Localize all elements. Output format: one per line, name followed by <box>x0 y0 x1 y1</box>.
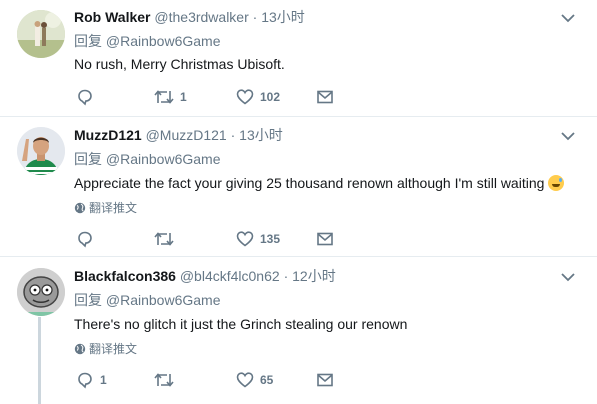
reply-button[interactable] <box>76 229 100 249</box>
tweet-text: Appreciate the fact your giving 25 thous… <box>74 174 565 193</box>
chevron-down-icon[interactable] <box>561 272 575 282</box>
display-name[interactable]: MuzzD121 <box>74 127 142 143</box>
retweet-button[interactable]: 1 <box>154 87 187 107</box>
username[interactable]: @MuzzD121 <box>146 127 227 143</box>
direct-message-button[interactable] <box>316 229 340 249</box>
globe-icon <box>74 343 86 355</box>
thread-line <box>38 317 41 404</box>
reply-button[interactable] <box>76 87 100 107</box>
reply-count: 1 <box>100 373 107 387</box>
retweet-icon <box>154 232 174 246</box>
translate-tweet-link[interactable]: 翻译推文 <box>74 341 137 357</box>
reply-prefix: 回复 <box>74 292 102 308</box>
translate-label: 翻译推文 <box>89 342 138 356</box>
tweet-text-content: Appreciate the fact your giving 25 thous… <box>74 175 545 191</box>
like-count: 65 <box>260 373 274 387</box>
username[interactable]: @bl4ckf4lc0n62 <box>180 268 280 284</box>
avatar[interactable] <box>17 268 65 316</box>
reply-to-link[interactable]: @Rainbow6Game <box>106 292 221 308</box>
timestamp[interactable]: 13小时 <box>239 127 283 143</box>
retweet-icon <box>154 90 174 104</box>
reply-button[interactable]: 1 <box>76 370 107 390</box>
timestamp[interactable]: 13小时 <box>261 9 305 25</box>
separator-dot: · <box>230 127 236 143</box>
avatar-image <box>17 268 65 316</box>
sweat-smile-emoji-icon <box>548 175 565 191</box>
reply-prefix: 回复 <box>74 151 102 167</box>
avatar-image <box>17 10 65 58</box>
reply-to-link[interactable]: @Rainbow6Game <box>106 33 221 49</box>
retweet-count: 1 <box>180 90 187 104</box>
retweet-button[interactable] <box>154 229 180 249</box>
username[interactable]: @the3rdwalker <box>154 9 248 25</box>
direct-message-button[interactable] <box>316 87 340 107</box>
heart-icon <box>236 89 254 105</box>
avatar[interactable] <box>17 10 65 58</box>
envelope-icon <box>317 373 333 387</box>
envelope-icon <box>317 90 333 104</box>
direct-message-button[interactable] <box>316 370 340 390</box>
like-button[interactable]: 65 <box>236 370 273 390</box>
heart-icon <box>236 231 254 247</box>
avatar[interactable] <box>17 127 65 175</box>
translate-tweet-link[interactable]: 翻译推文 <box>74 200 137 216</box>
like-count: 102 <box>260 90 281 104</box>
heart-icon <box>236 372 254 388</box>
display-name[interactable]: Rob Walker <box>74 9 151 25</box>
separator-dot: · <box>252 9 258 25</box>
globe-icon <box>74 202 86 214</box>
like-button[interactable]: 102 <box>236 87 280 107</box>
tweet-text: No rush, Merry Christmas Ubisoft. <box>74 56 285 72</box>
timestamp[interactable]: 12小时 <box>292 268 336 284</box>
envelope-icon <box>317 232 333 246</box>
like-button[interactable]: 135 <box>236 229 280 249</box>
tweet-3[interactable]: Blackfalcon386 @bl4ckf4lc0n62 · 12小时 回复 … <box>0 257 597 404</box>
retweet-icon <box>154 373 174 387</box>
avatar-image <box>17 127 65 175</box>
reply-icon <box>78 89 92 106</box>
tweet-1[interactable]: Rob Walker @the3rdwalker · 13小时 回复 @Rain… <box>0 0 597 117</box>
translate-label: 翻译推文 <box>89 201 138 215</box>
reply-to-link[interactable]: @Rainbow6Game <box>106 151 221 167</box>
tweet-2[interactable]: MuzzD121 @MuzzD121 · 13小时 回复 @Rainbow6Ga… <box>0 117 597 257</box>
chevron-down-icon[interactable] <box>561 13 575 23</box>
display-name[interactable]: Blackfalcon386 <box>74 268 176 284</box>
like-count: 135 <box>260 232 281 246</box>
reply-prefix: 回复 <box>74 33 102 49</box>
reply-icon <box>78 372 92 389</box>
reply-icon <box>78 231 92 248</box>
tweet-text: There's no glitch it just the Grinch ste… <box>74 316 408 332</box>
separator-dot: · <box>283 268 289 284</box>
chevron-down-icon[interactable] <box>561 131 575 141</box>
retweet-button[interactable] <box>154 370 180 390</box>
